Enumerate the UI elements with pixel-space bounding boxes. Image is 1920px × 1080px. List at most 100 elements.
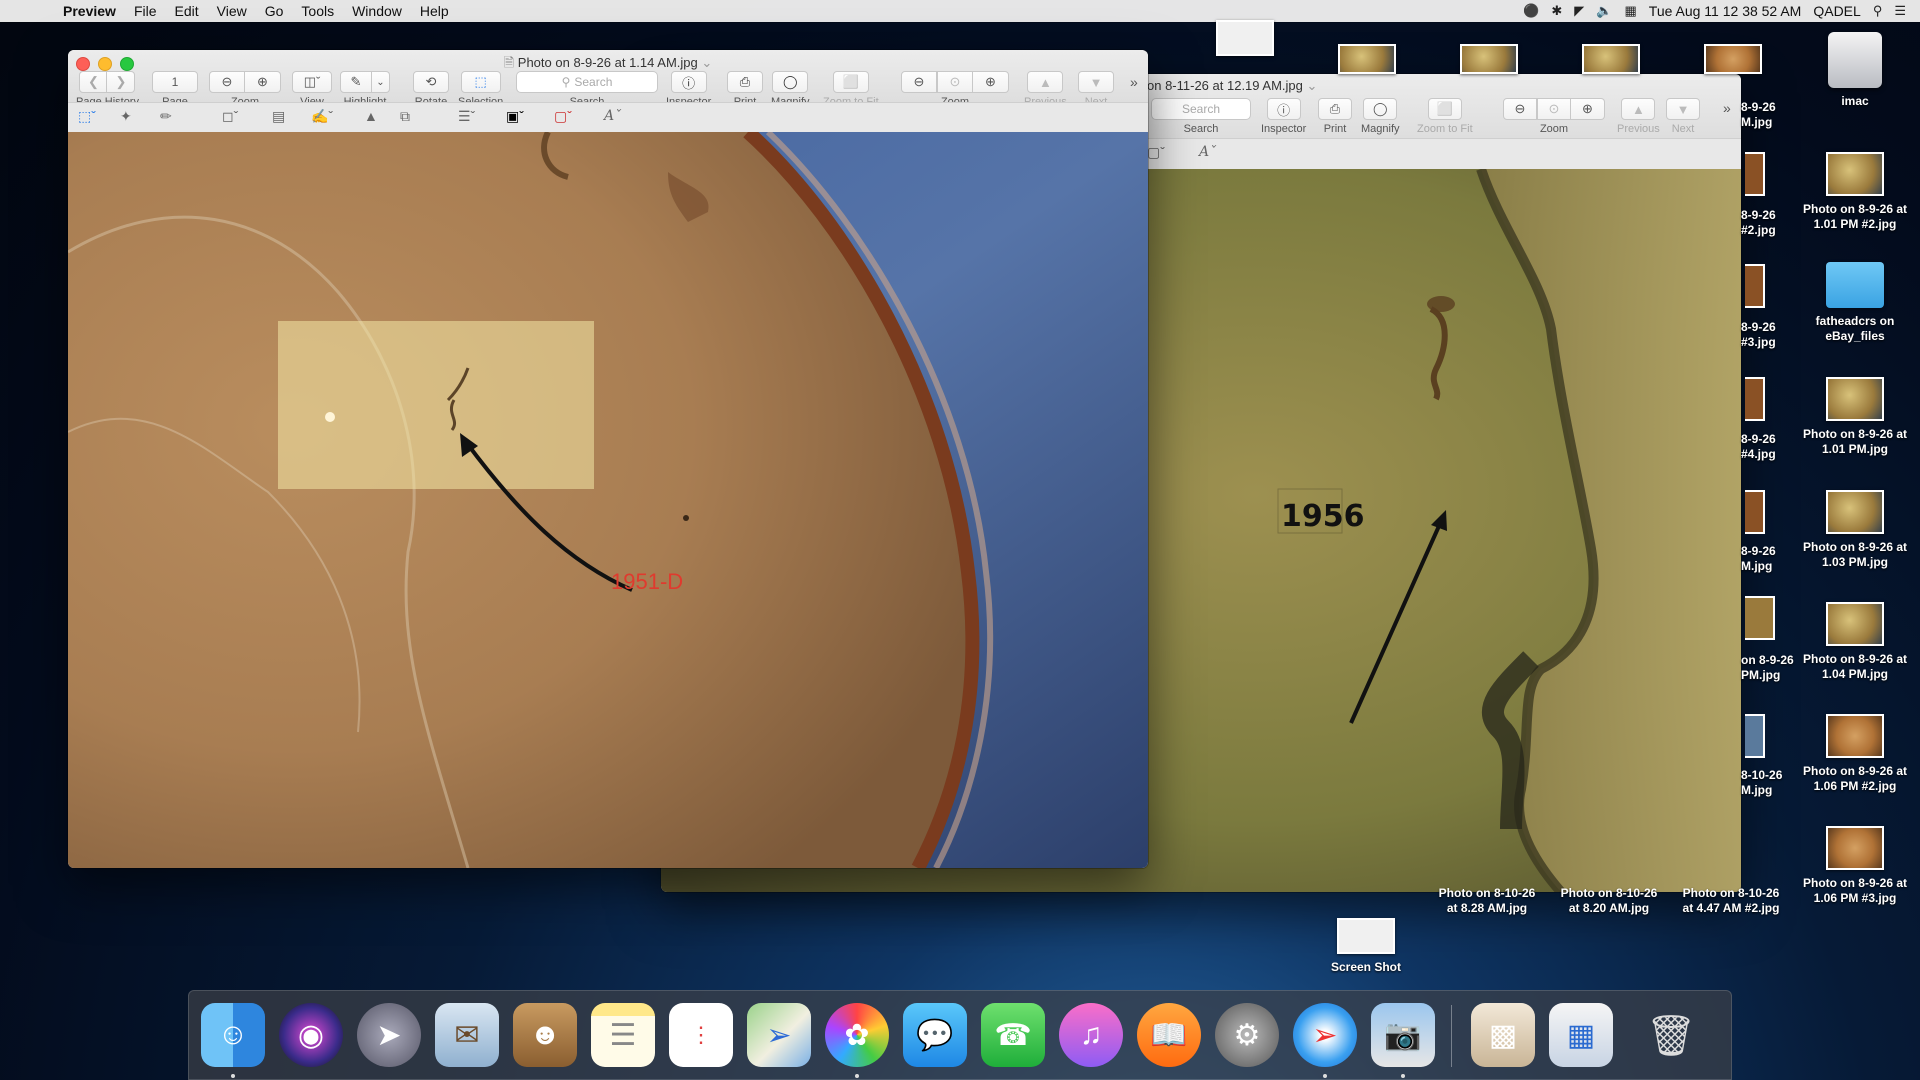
siri-icon[interactable]: ◉ [279,1003,343,1067]
back-zoom-in-button[interactable]: ⊕ [1571,98,1605,120]
shape-style-icon[interactable]: ☰ˇ [458,108,475,125]
back-actual-size-button[interactable]: ⊙ [1537,98,1571,120]
help-menu[interactable]: Help [411,3,458,19]
desktop-icon-photo[interactable]: Photo on 8-10-26 at 8.28 AM.jpg [1432,886,1542,916]
partial-icon-label[interactable]: 8-10-26 M.jpg [1741,768,1801,798]
mail-icon[interactable]: ✉ [435,1003,499,1067]
notification-center-icon[interactable]: ☰ [1894,3,1906,19]
highlight-options-button[interactable]: ⌄ [372,71,390,93]
highlight-button[interactable]: ✎ [340,71,372,93]
print-button[interactable]: ⎙ [727,71,763,93]
photo-thumbnail-icon[interactable] [1460,44,1518,74]
desktop-icon-photo[interactable]: Photo on 8-10-26 at 4.47 AM #2.jpg [1676,886,1786,916]
zoom2-out-button[interactable]: ⊖ [901,71,937,93]
view-menu[interactable]: View [208,3,256,19]
partial-icon-label[interactable]: 8-9-26 M.jpg [1741,100,1801,130]
contacts-icon[interactable]: ☻ [513,1003,577,1067]
system-preferences-icon[interactable]: ⚙ [1215,1003,1279,1067]
spotlight-icon[interactable]: ⚲ [1873,3,1883,19]
calendar-icon[interactable]: ▦ [1624,3,1636,19]
desktop-icon-photo[interactable]: Photo on 8-10-26 at 8.20 AM.jpg [1554,886,1664,916]
partial-icon-label[interactable]: 8-9-26 M.jpg [1741,544,1801,574]
go-menu[interactable]: Go [256,3,293,19]
text-box-icon[interactable]: ▤ [272,108,285,125]
desktop-icon-photo[interactable]: Photo on 8-9-26 at 1.06 PM #3.jpg [1800,826,1910,906]
finder-icon[interactable]: ☺ [201,1003,265,1067]
maps-icon[interactable]: ➢ [747,1003,811,1067]
wifi-icon[interactable]: ◤ [1574,3,1584,19]
rotate-button[interactable]: ⟲ [413,71,449,93]
desktop-icon-photo[interactable]: Photo on 8-9-26 at 1.03 PM.jpg [1800,490,1910,570]
forward-history-button[interactable]: ❯ [107,71,136,93]
back-search-field[interactable]: Search [1151,98,1251,120]
instant-alpha-icon[interactable]: ✦ [120,108,132,125]
text-style-icon[interactable]: Aˇ [604,108,621,124]
desktop-icon-photo[interactable]: Photo on 8-9-26 at 1.01 PM.jpg [1800,377,1910,457]
page-field[interactable]: 1 [152,71,198,93]
desktop-icon-photo[interactable]: Photo on 8-9-26 at 1.06 PM #2.jpg [1800,714,1910,794]
search-field[interactable]: ⚲ Search [516,71,658,93]
menu-clock[interactable]: Tue Aug 11 12 38 52 AM [1649,3,1802,19]
photo-thumbnail-icon[interactable] [1704,44,1762,74]
documents-stack-icon[interactable]: ▦ [1549,1003,1613,1067]
previous-button[interactable]: ▲ [1027,71,1064,93]
tools-menu[interactable]: Tools [292,3,343,19]
back-zoom-to-fit-button[interactable]: ⬜ [1427,98,1462,120]
selection-rectangle[interactable] [278,321,594,489]
desktop-icon-photo[interactable]: Photo on 8-9-26 at 1.04 PM.jpg [1800,602,1910,682]
back-magnify-button[interactable]: ◯ [1363,98,1398,120]
photo-thumbnail-icon[interactable] [1338,44,1396,74]
back-year-annotation[interactable]: 1956 [1281,499,1365,534]
partial-icon-label[interactable]: 8-9-26 #2.jpg [1741,208,1801,238]
desktop-icon-screenshot[interactable]: Screen Shot [1311,918,1421,975]
screenshot-thumbnail-icon[interactable] [1216,20,1274,56]
zoom2-in-button[interactable]: ⊕ [973,71,1009,93]
launchpad-icon[interactable]: ➤ [357,1003,421,1067]
photo-thumbnail-icon[interactable] [1582,44,1640,74]
desktop-icon-drive[interactable]: imac [1800,32,1910,109]
volume-icon[interactable]: 🔈 [1596,3,1612,19]
actual-size-button[interactable]: ⊙ [937,71,973,93]
border-color-icon[interactable]: ▣ˇ [506,108,524,125]
downloads-stack-icon[interactable]: ▩ [1471,1003,1535,1067]
shapes-icon[interactable]: ◻ˇ [222,108,238,125]
notes-icon[interactable]: ☰ [591,1003,655,1067]
back-history-button[interactable]: ❮ [79,71,108,93]
ibooks-icon[interactable]: 📖 [1137,1003,1201,1067]
file-menu[interactable]: File [125,3,166,19]
preview-icon[interactable]: 📷 [1371,1003,1435,1067]
edit-menu[interactable]: Edit [166,3,208,19]
desktop-icon-folder[interactable]: fatheadcrs on eBay_files [1800,262,1910,344]
zoom-in-button[interactable]: ⊕ [245,71,281,93]
window-menu[interactable]: Window [343,3,411,19]
sign-icon[interactable]: ✍ˇ [311,108,333,125]
desktop-icon-photo[interactable]: Photo on 8-9-26 at 1.01 PM #2.jpg [1800,152,1910,232]
app-menu[interactable]: Preview [54,3,125,19]
rectangular-selection-icon[interactable]: ⬚ˇ [78,108,96,125]
adjust-size-icon[interactable]: ⧉ [400,108,410,125]
bluetooth-icon[interactable]: ✱ [1551,3,1562,19]
toolbar-overflow-icon[interactable]: » [1130,74,1138,90]
user-menu[interactable]: QADEL [1813,3,1860,19]
reminders-icon[interactable]: ⋮ [669,1003,733,1067]
fill-color-icon[interactable]: ▢ˇ [554,108,572,125]
adjust-color-icon[interactable]: ▲ [364,108,378,124]
trash-icon[interactable]: 🗑 [1639,1003,1703,1067]
back-toolbar-overflow-icon[interactable]: » [1723,100,1731,116]
selection-button[interactable]: ⬚ [460,71,501,93]
partial-icon-label[interactable]: 8-9-26 #3.jpg [1741,320,1801,350]
front-year-annotation[interactable]: 1951-D [611,569,683,595]
back-zoom-out-button[interactable]: ⊖ [1503,98,1537,120]
itunes-icon[interactable]: ♫ [1059,1003,1123,1067]
zoom-out-button[interactable]: ⊖ [209,71,245,93]
back-text-style-icon[interactable]: Aˇ [1199,144,1216,160]
next-button[interactable]: ▼ [1078,71,1114,93]
view-menu-button[interactable]: ◫ˇ [292,71,332,93]
back-previous-button[interactable]: ▲ [1621,98,1656,120]
back-border-color-icon[interactable]: ▢ˇ [1147,144,1165,161]
partial-icon-label[interactable]: on 8-9-26 PM.jpg [1741,653,1801,683]
inspector-button[interactable]: ⓘ [670,71,707,93]
zoom-to-fit-button[interactable]: ⬜ [832,71,869,93]
sketch-icon[interactable]: ✏ [160,108,172,125]
front-image-canvas[interactable]: 1951-D [68,132,1148,868]
